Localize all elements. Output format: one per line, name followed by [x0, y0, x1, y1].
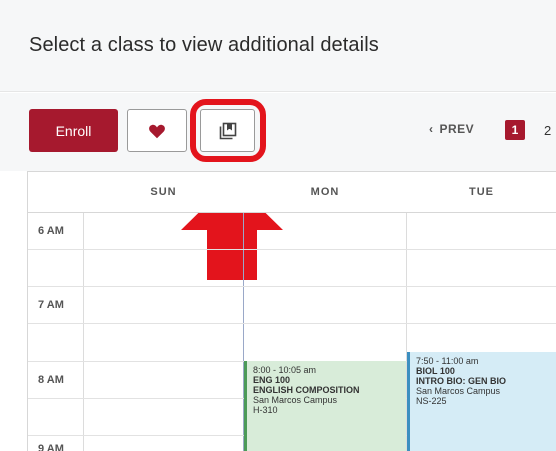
event-name: INTRO BIO: GEN BIO [416, 376, 506, 386]
event-room: NS-225 [416, 396, 447, 406]
time-label: 6 AM [38, 225, 64, 237]
prev-button[interactable]: ‹ PREV [429, 122, 474, 136]
enroll-button[interactable]: Enroll [29, 109, 118, 152]
page-title: Select a class to view additional detail… [29, 34, 379, 56]
event-campus: San Marcos Campus [416, 386, 501, 396]
class-event-eng-100[interactable]: 8:00 - 10:05 am ENG 100 ENGLISH COMPOSIT… [244, 361, 406, 451]
page-1-button[interactable]: 1 [505, 120, 525, 140]
event-campus: San Marcos Campus [253, 395, 338, 405]
chevron-left-icon: ‹ [429, 122, 434, 136]
row-divider [28, 323, 556, 324]
day-header-sun: SUN [83, 171, 244, 213]
favorite-button[interactable] [127, 109, 187, 152]
event-name: ENGLISH COMPOSITION [253, 385, 360, 395]
row-divider [28, 286, 556, 287]
event-time: 8:00 - 10:05 am [253, 365, 317, 375]
event-time: 7:50 - 11:00 am [416, 356, 479, 366]
time-column-header [28, 171, 83, 213]
heart-icon [149, 124, 165, 138]
week-calendar: SUN MON TUE 6 AM 7 AM 8 AM 9 AM 8:00 - 1… [27, 171, 556, 451]
event-code: ENG 100 [253, 375, 291, 385]
event-room: H-310 [253, 405, 278, 415]
time-label: 9 AM [38, 443, 64, 451]
time-label: 8 AM [38, 373, 64, 386]
day-header-mon: MON [244, 171, 406, 213]
class-event-biol-100[interactable]: 7:50 - 11:00 am BIOL 100 INTRO BIO: GEN … [407, 352, 556, 451]
time-label: 7 AM [38, 298, 64, 311]
prev-label: PREV [439, 122, 475, 136]
event-code: BIOL 100 [416, 366, 455, 376]
row-divider [28, 249, 556, 250]
highlight-ring [190, 99, 266, 162]
day-header-tue: TUE [406, 171, 556, 213]
page-2-button[interactable]: 2 [544, 120, 551, 140]
